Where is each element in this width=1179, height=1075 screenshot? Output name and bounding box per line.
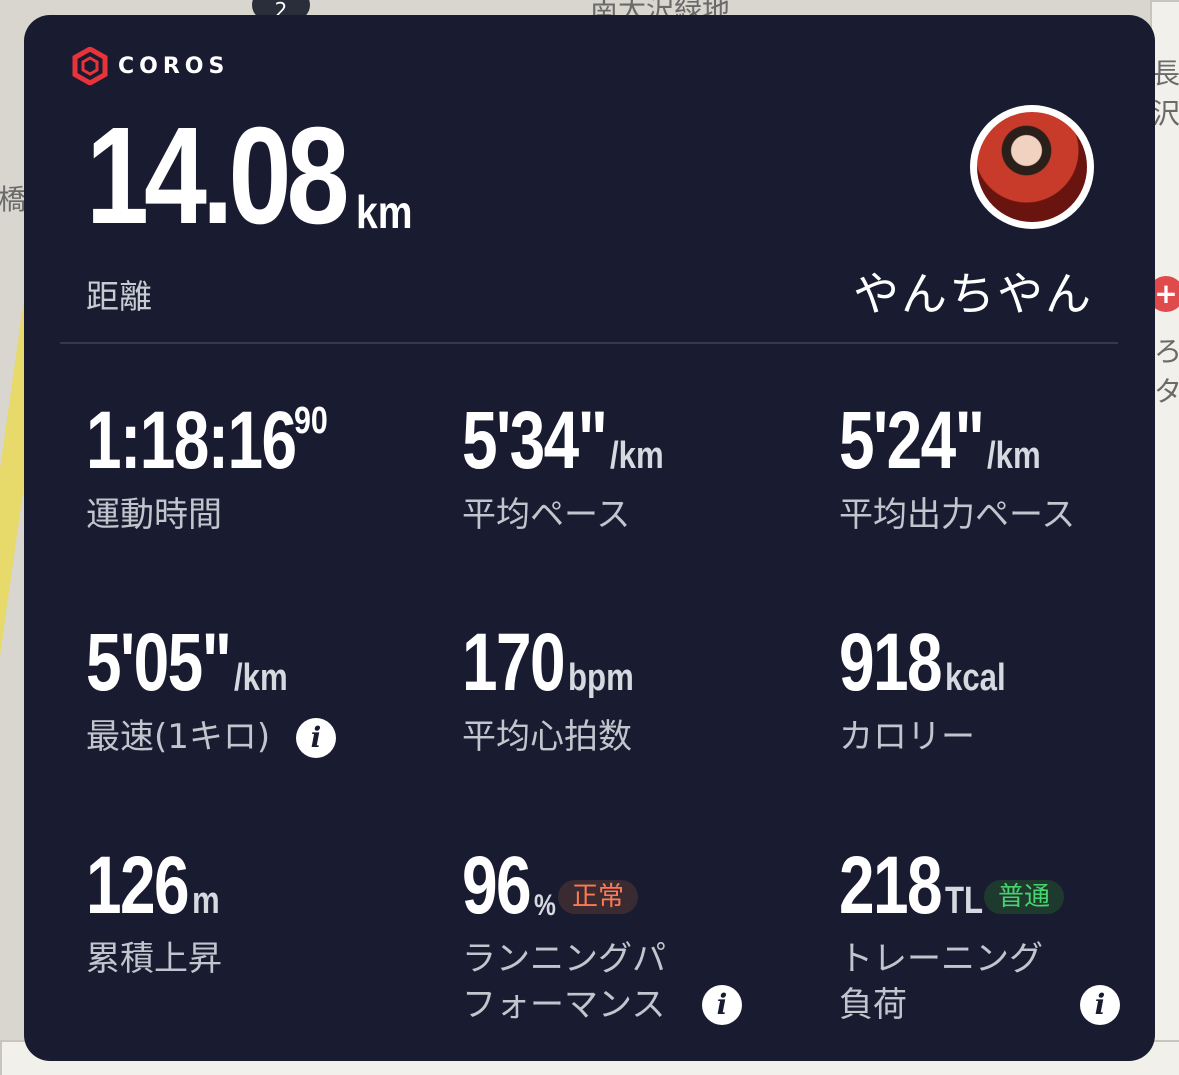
fastest-km-info-icon[interactable]: i [296, 718, 336, 758]
training-load-label: トレーニング 負荷 [839, 937, 1043, 1029]
fastest-km-label: 最速(1キロ) [86, 717, 271, 757]
elevation-gain-label: 累積上昇 [86, 939, 222, 979]
metric-fastest-km: 5'05" /km [86, 617, 288, 708]
training-load-status-badge: 普通 [984, 880, 1065, 914]
activity-summary-card: COROS 14.08 km 距離 やんちやん 1:18:16 90 運動時間 … [24, 15, 1155, 1061]
running-performance-info-icon[interactable]: i [702, 985, 742, 1025]
avg-pace-unit: /km [610, 435, 664, 477]
avg-pace-value: 5'34" [462, 395, 608, 486]
metric-duration: 1:18:16 90 [86, 400, 355, 482]
training-load-label-line1: トレーニング [839, 939, 1043, 979]
map-label: 長沢 [1152, 57, 1179, 130]
training-load-unit: TL [945, 880, 984, 922]
map-label: ろ [1154, 335, 1179, 368]
metric-elevation-gain: 126 m [86, 840, 220, 931]
map-label: タ [1154, 375, 1179, 408]
distance-block: 14.08 km [86, 99, 413, 253]
coros-hexagon-icon [72, 47, 108, 85]
avg-power-pace-label: 平均出力ペース [839, 495, 1076, 535]
training-load-value: 218 [839, 840, 943, 931]
running-performance-label: ランニングパ フォーマンス [462, 937, 666, 1029]
avatar-photo [977, 112, 1087, 222]
avg-heart-rate-label: 平均心拍数 [462, 717, 632, 757]
duration-hundredths: 90 [294, 400, 328, 442]
calories-label: カロリー [839, 717, 975, 757]
username: やんちやん [853, 267, 1093, 321]
training-load-info-icon[interactable]: i [1080, 985, 1120, 1025]
distance-unit: km [356, 186, 413, 238]
duration-value: 1:18:16 [86, 395, 297, 486]
metric-avg-power-pace: 5'24" /km [839, 395, 1041, 486]
running-performance-value: 96 [462, 840, 532, 931]
duration-label: 運動時間 [86, 495, 222, 535]
fastest-km-unit: /km [234, 657, 288, 699]
coros-logo: COROS [72, 47, 229, 85]
calories-unit: kcal [945, 657, 1006, 699]
calories-value: 918 [839, 617, 943, 708]
metric-calories: 918 kcal [839, 617, 1006, 708]
metric-training-load: 218 TL [839, 840, 983, 931]
avg-power-pace-value: 5'24" [839, 395, 985, 486]
metric-running-performance: 96 % [462, 840, 556, 931]
running-performance-label-line1: ランニングパ [462, 939, 666, 979]
avg-heart-rate-value: 170 [462, 617, 566, 708]
metric-avg-heart-rate: 170 bpm [462, 617, 634, 708]
metric-avg-pace: 5'34" /km [462, 395, 664, 486]
distance-value: 14.08 [86, 99, 350, 253]
running-performance-unit: % [534, 889, 556, 922]
avatar[interactable] [970, 105, 1094, 229]
coros-logo-text: COROS [118, 53, 230, 79]
fastest-km-value: 5'05" [86, 617, 232, 708]
training-load-label-line2: 負荷 [839, 984, 907, 1025]
running-performance-label-line2: フォーマンス [462, 984, 666, 1025]
avg-heart-rate-unit: bpm [568, 657, 634, 699]
divider [60, 342, 1118, 344]
distance-label: 距離 [86, 277, 152, 316]
avg-power-pace-unit: /km [987, 435, 1041, 477]
elevation-gain-unit: m [192, 880, 220, 922]
running-performance-status-badge: 正常 [558, 880, 639, 914]
elevation-gain-value: 126 [86, 840, 190, 931]
avg-pace-label: 平均ペース [462, 495, 631, 535]
